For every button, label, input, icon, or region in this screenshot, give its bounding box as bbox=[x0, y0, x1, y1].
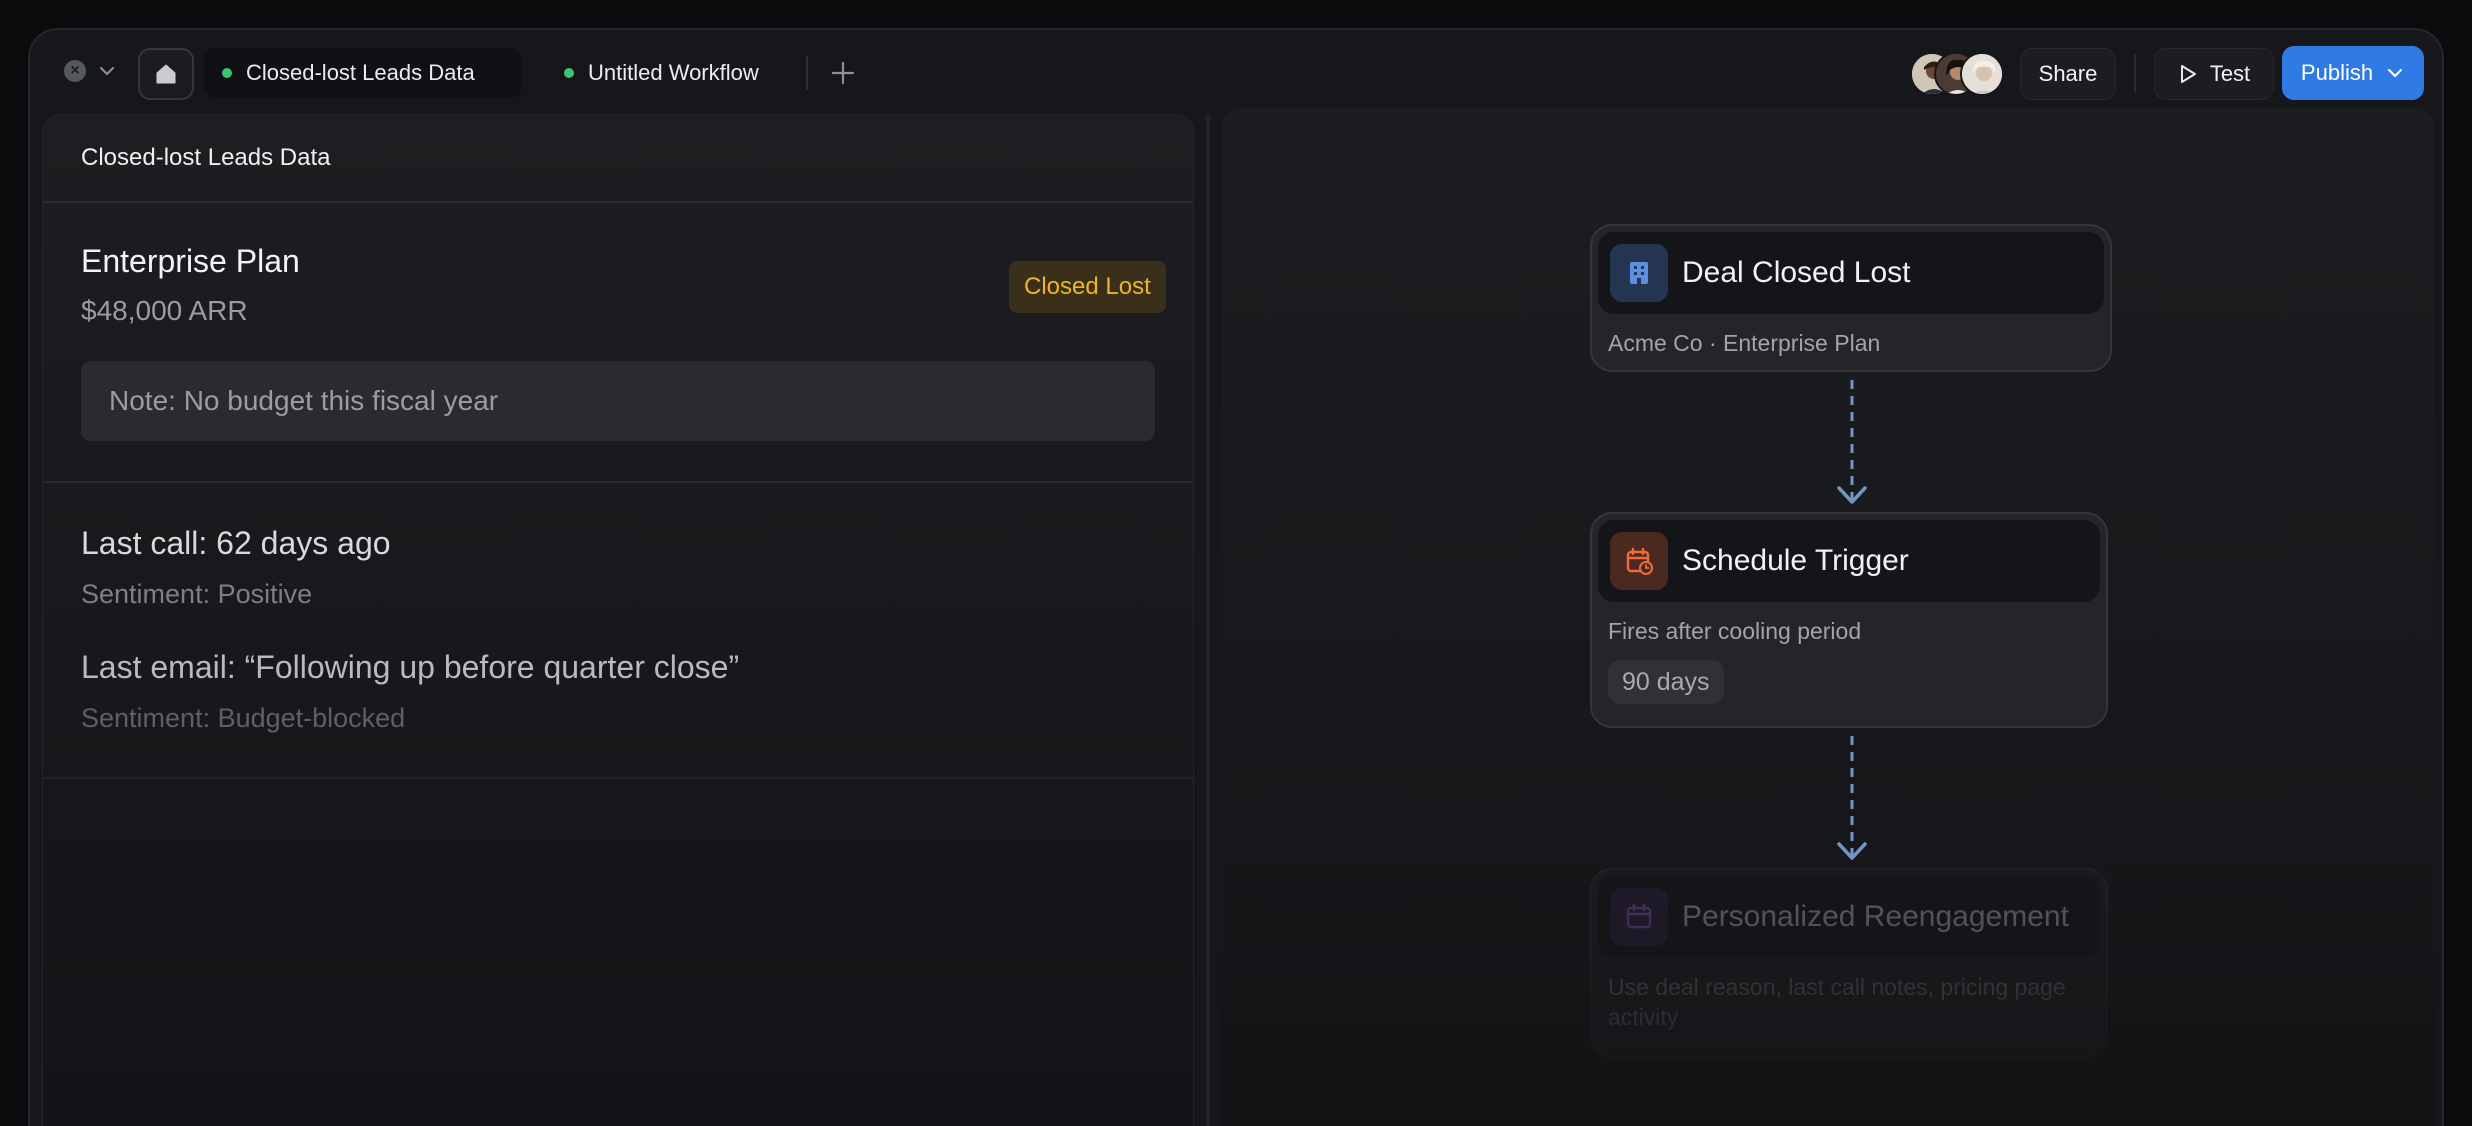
collaborator-avatars[interactable] bbox=[1910, 52, 2006, 96]
node-title: Deal Closed Lost bbox=[1682, 256, 1911, 289]
home-icon bbox=[156, 64, 176, 84]
chevron-down-icon[interactable] bbox=[96, 60, 118, 82]
calendar-clock-icon bbox=[1610, 532, 1668, 590]
connector-arrow bbox=[1837, 380, 1867, 504]
tab-untitled-workflow[interactable]: Untitled Workflow bbox=[546, 48, 814, 98]
status-badge: Closed Lost bbox=[1009, 261, 1166, 313]
call-sentiment: Sentiment: Positive bbox=[81, 579, 313, 609]
panel-title: Closed-lost Leads Data bbox=[43, 115, 1193, 203]
close-window-icon[interactable]: × bbox=[64, 60, 86, 82]
share-button[interactable]: Share bbox=[2020, 48, 2116, 100]
add-tab-icon[interactable] bbox=[826, 56, 860, 90]
last-call: Last call: 62 days ago bbox=[81, 525, 391, 561]
deal-note: Note: No budget this fiscal year bbox=[81, 361, 1155, 441]
chevron-down-icon bbox=[2387, 68, 2403, 78]
toolbar-divider bbox=[2134, 54, 2136, 92]
avatar[interactable] bbox=[1960, 52, 2004, 96]
workflow-canvas[interactable]: Deal Closed Lost Acme Co · Enterprise Pl… bbox=[1222, 108, 2434, 1126]
node-subtitle: Use deal reason, last call notes, pricin… bbox=[1608, 974, 2066, 1030]
deal-summary: Enterprise Plan $48,000 ARR Closed Lost … bbox=[43, 203, 1193, 483]
last-email: Last email: “Following up before quarter… bbox=[81, 649, 740, 685]
test-label: Test bbox=[2209, 61, 2251, 86]
home-button[interactable] bbox=[138, 48, 194, 100]
node-title: Personalized Reengagement bbox=[1682, 900, 2069, 933]
node-subtitle: Acme Co · Enterprise Plan bbox=[1608, 330, 1881, 356]
plan-title: Enterprise Plan bbox=[81, 243, 300, 279]
node-subtitle: Fires after cooling period bbox=[1608, 618, 1862, 644]
tab-status-dot bbox=[564, 68, 574, 78]
workflow-node-personalized-reengagement[interactable]: Personalized Reengagement Use deal reaso… bbox=[1590, 868, 2108, 1058]
tab-label: Closed-lost Leads Data bbox=[246, 60, 475, 85]
node-title: Schedule Trigger bbox=[1682, 544, 1909, 577]
tab-divider bbox=[806, 56, 808, 90]
window-controls: × bbox=[64, 60, 118, 82]
node-header: Personalized Reengagement bbox=[1598, 876, 2100, 958]
building-icon bbox=[1610, 244, 1668, 302]
play-icon bbox=[2180, 65, 2196, 83]
connector-arrow bbox=[1837, 736, 1867, 860]
activity-summary: Last call: 62 days ago Sentiment: Positi… bbox=[43, 483, 1193, 779]
workflow-node-deal-closed-lost[interactable]: Deal Closed Lost Acme Co · Enterprise Pl… bbox=[1590, 224, 2112, 372]
leads-data-panel: Closed-lost Leads Data Enterprise Plan $… bbox=[42, 114, 1194, 1126]
workflow-node-schedule-trigger[interactable]: Schedule Trigger Fires after cooling per… bbox=[1590, 512, 2108, 728]
publish-label: Publish bbox=[2300, 60, 2374, 85]
node-header: Deal Closed Lost bbox=[1598, 232, 2104, 314]
node-header: Schedule Trigger bbox=[1598, 520, 2100, 602]
tab-closed-lost-leads[interactable]: Closed-lost Leads Data bbox=[204, 48, 522, 98]
plan-arr: $48,000 ARR bbox=[81, 295, 248, 326]
publish-button[interactable]: Publish bbox=[2282, 46, 2424, 100]
app-window: × Closed-lost Leads Data Untitled Workfl… bbox=[28, 28, 2444, 1126]
panel-resize-handle[interactable] bbox=[1206, 114, 1210, 1126]
delay-duration-pill[interactable]: 90 days bbox=[1608, 660, 1724, 704]
test-button[interactable]: Test bbox=[2154, 48, 2274, 100]
calendar-icon bbox=[1610, 888, 1668, 946]
top-bar: × Closed-lost Leads Data Untitled Workfl… bbox=[30, 30, 2442, 110]
tab-label: Untitled Workflow bbox=[588, 60, 759, 85]
email-sentiment: Sentiment: Budget-blocked bbox=[81, 703, 406, 733]
tab-status-dot bbox=[222, 68, 232, 78]
